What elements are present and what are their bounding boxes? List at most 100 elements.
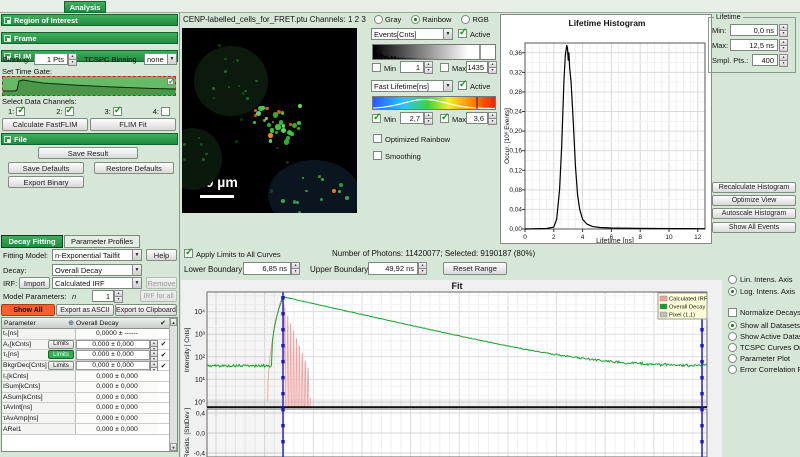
histogram-min-spinner[interactable]: ▲▼ — [779, 24, 788, 36]
spinner-down-icon[interactable]: ▼ — [291, 269, 300, 275]
limits-button[interactable]: Limits — [48, 340, 74, 349]
fitting-model-dropdown[interactable]: n-Exponential Tailfit▼ — [52, 249, 142, 261]
restore-defaults-button[interactable]: Restore Defaults — [94, 162, 174, 174]
spinner-up-icon[interactable]: ▲ — [488, 112, 497, 119]
model-parameters-spinner[interactable]: ▲▼ — [114, 290, 123, 302]
tab-analysis[interactable]: Analysis — [64, 1, 106, 13]
spinner-up-icon[interactable]: ▲ — [150, 340, 158, 347]
histogram-smpl-field[interactable]: 400 — [752, 54, 778, 66]
spinner-up-icon[interactable]: ▲ — [424, 61, 433, 68]
flim-image[interactable]: 100 µm — [182, 28, 357, 213]
intensity-gradient-bar[interactable] — [372, 44, 496, 60]
parameter-check-icon[interactable]: ✔ — [158, 350, 169, 360]
lifetime-scale-dropdown[interactable]: Fast Lifetime[ns]▼ — [371, 80, 453, 92]
spinner-up-icon[interactable]: ▲ — [779, 54, 788, 61]
reset-range-button[interactable]: Reset Range — [443, 262, 507, 275]
histogram-smpl-spinner[interactable]: ▲▼ — [779, 54, 788, 66]
color-mode-radio-rgb[interactable] — [461, 15, 470, 24]
histogram-max-spinner[interactable]: ▲▼ — [779, 39, 788, 51]
show-all-button[interactable]: Show All — [1, 304, 55, 316]
lifetime-active-checkbox[interactable] — [458, 81, 467, 90]
spinner-up-icon[interactable]: ▲ — [291, 262, 300, 269]
intensity-active-checkbox[interactable] — [458, 29, 467, 38]
spinner-up-icon[interactable]: ▲ — [114, 290, 123, 297]
parameter-check-icon[interactable]: ✔ — [158, 340, 169, 350]
intensity-max-checkbox[interactable] — [440, 63, 449, 72]
optimized-rainbow-checkbox[interactable] — [373, 134, 382, 143]
lifetime-min-checkbox[interactable] — [372, 114, 381, 123]
histogram-action-button[interactable]: Recalculate Histogram — [712, 182, 796, 193]
channel-3-checkbox[interactable] — [113, 107, 122, 116]
lifetime-max-field[interactable]: 3,6 — [466, 112, 488, 124]
tab-decay-fitting[interactable]: Decay Fitting — [1, 235, 63, 248]
tab-parameter-profiles[interactable]: Parameter Profiles — [64, 235, 140, 248]
section-header-file[interactable]: File — [1, 133, 178, 145]
scroll-down-icon[interactable]: ▼ — [170, 443, 177, 451]
section-header-frame[interactable]: Frame — [1, 32, 178, 44]
binning-field[interactable]: 1 Pts — [34, 53, 68, 65]
fit-plot[interactable]: 10⁴10³10²10¹10⁰0,40,0-0,4FitIntensity [ … — [181, 280, 722, 457]
spinner-up-icon[interactable]: ▲ — [424, 112, 433, 119]
parameter-spinner[interactable]: ▲▼ — [150, 340, 158, 350]
upper-boundary-spinner[interactable]: ▲▼ — [418, 262, 427, 275]
binning-spinner[interactable]: ▲▼ — [68, 53, 77, 65]
histogram-action-button[interactable]: Show All Events — [712, 222, 796, 233]
spinner-down-icon[interactable]: ▼ — [779, 31, 788, 37]
intensity-max-field[interactable]: 1435 — [466, 61, 488, 73]
spinner-down-icon[interactable]: ▼ — [488, 68, 497, 74]
intensity-scale-dropdown[interactable]: Events[Cnts]▼ — [371, 28, 453, 40]
smoothing-checkbox[interactable] — [373, 151, 382, 160]
parameter-value[interactable]: 0,000 ± 0,000 — [76, 361, 150, 371]
spinner-up-icon[interactable]: ▲ — [779, 39, 788, 46]
irf-import-button[interactable]: Import — [19, 277, 50, 289]
view-option-5-radio[interactable] — [728, 365, 737, 374]
spinner-down-icon[interactable]: ▼ — [424, 68, 433, 74]
intensity-min-checkbox[interactable] — [372, 63, 381, 72]
spinner-down-icon[interactable]: ▼ — [418, 269, 427, 275]
view-option-3-radio[interactable] — [728, 343, 737, 352]
parameter-value[interactable]: 0,000 ± 0,000 — [76, 340, 150, 350]
parameter-check-icon[interactable]: ✔ — [158, 361, 169, 371]
chevron-down-icon[interactable]: ▼ — [132, 250, 141, 260]
intensity-min-field[interactable]: 1 — [400, 61, 424, 73]
tcspc-binning-dropdown[interactable]: none▼ — [144, 53, 177, 65]
chevron-down-icon[interactable]: ▼ — [132, 265, 141, 275]
save-result-button[interactable]: Save Result — [38, 147, 138, 159]
scroll-up-icon[interactable]: ▲ — [170, 318, 177, 326]
view-option-1-radio[interactable] — [728, 321, 737, 330]
model-parameters-field[interactable]: 1 — [92, 290, 114, 302]
header-check-icon[interactable]: ✔ — [157, 319, 169, 327]
view-option-2-radio[interactable] — [728, 332, 737, 341]
intensity-min-spinner[interactable]: ▲▼ — [424, 61, 433, 73]
table-scrollbar[interactable]: ▲ ▼ — [169, 318, 177, 451]
irf-remove-button[interactable]: Remove — [146, 277, 177, 289]
spinner-down-icon[interactable]: ▼ — [779, 61, 788, 67]
histogram-action-button[interactable]: Autoscale Histogram — [712, 208, 796, 219]
lifetime-min-spinner[interactable]: ▲▼ — [424, 112, 433, 124]
spinner-down-icon[interactable]: ▼ — [114, 297, 123, 303]
parameter-spinner[interactable]: ▲▼ — [150, 350, 158, 360]
normalize-decays-checkbox[interactable] — [728, 308, 737, 317]
spinner-down-icon[interactable]: ▼ — [779, 46, 788, 52]
collapse-icon[interactable] — [4, 17, 11, 24]
histogram-action-button[interactable]: Optimize View — [712, 195, 796, 206]
view-option-4-radio[interactable] — [728, 354, 737, 363]
save-defaults-button[interactable]: Save Defaults — [8, 162, 84, 174]
limits-button[interactable]: Limits — [48, 350, 74, 359]
lower-boundary-spinner[interactable]: ▲▼ — [291, 262, 300, 275]
color-mode-radio-rainbow[interactable] — [411, 15, 420, 24]
spinner-up-icon[interactable]: ▲ — [488, 61, 497, 68]
parameter-value[interactable]: 0,000 ± 0,000 — [76, 350, 150, 360]
spinner-up-icon[interactable]: ▲ — [418, 262, 427, 269]
axis-option-1-radio[interactable] — [728, 275, 737, 284]
chevron-down-icon[interactable]: ▼ — [167, 54, 176, 64]
collapse-icon[interactable] — [4, 35, 11, 42]
time-gate-plot[interactable] — [2, 76, 176, 96]
lifetime-max-checkbox[interactable] — [440, 114, 449, 123]
help-button[interactable]: Help — [146, 249, 177, 261]
export-clipboard-button[interactable]: Export to Clipboard — [115, 304, 177, 316]
chevron-down-icon[interactable]: ▼ — [443, 29, 452, 39]
section-header-roi[interactable]: Region of Interest — [1, 14, 178, 26]
spinner-up-icon[interactable]: ▲ — [150, 361, 158, 368]
intensity-max-spinner[interactable]: ▲▼ — [488, 61, 497, 73]
